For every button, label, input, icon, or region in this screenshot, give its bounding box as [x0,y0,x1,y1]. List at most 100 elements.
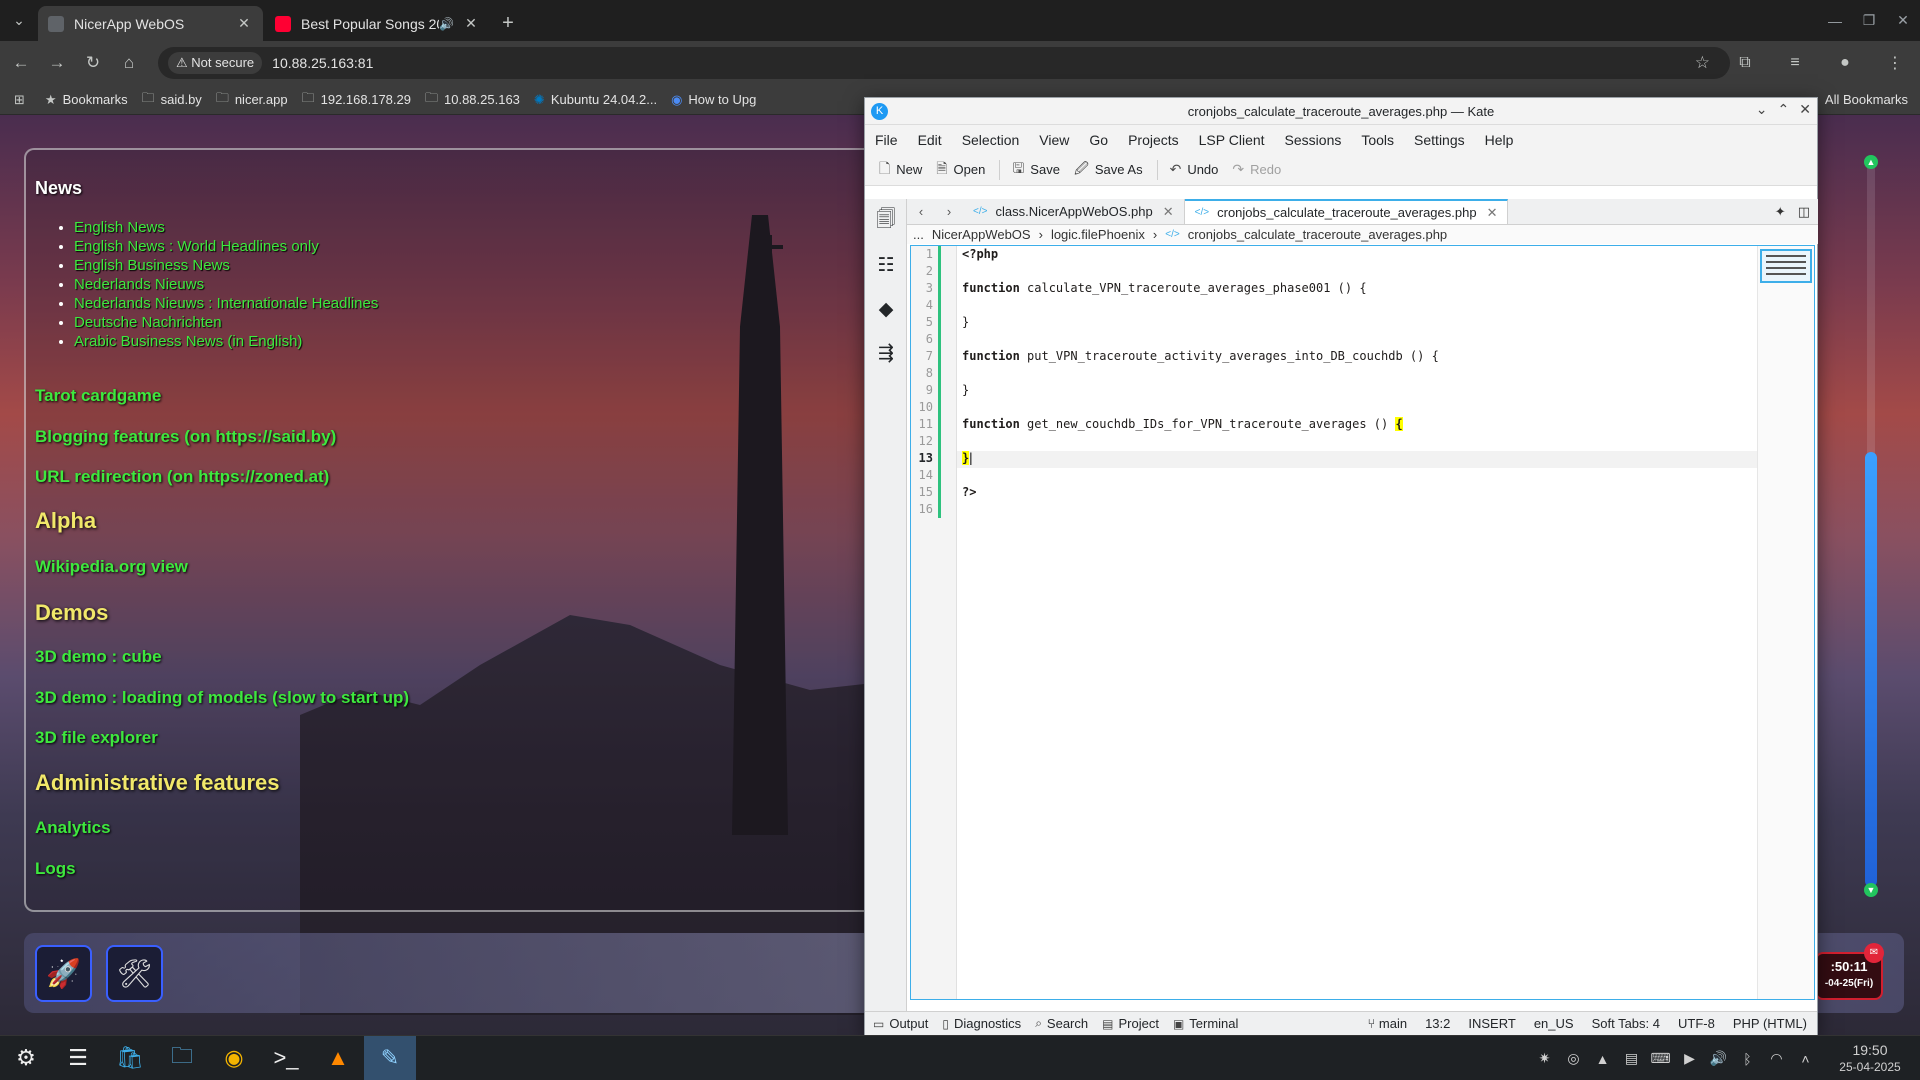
news-link[interactable]: Arabic Business News (in English) [74,333,302,350]
menu-help[interactable]: Help [1485,132,1514,148]
restore-icon[interactable]: ❐ [1852,0,1886,41]
settings-tools-button[interactable]: 🛠 [106,945,163,1002]
forward-button[interactable]: → [42,48,72,78]
bookmark-item[interactable]: 🗀 192.168.178.29 [302,89,411,111]
documents-icon[interactable]: 🗐 [865,199,907,243]
vlc-button[interactable]: ▲ [312,1036,364,1080]
menu-link-blogging[interactable]: Blogging features (on https://said.by) [35,427,336,447]
close-window-icon[interactable]: ✕ [1886,0,1920,41]
menu-link-3d-cube[interactable]: 3D demo : cube [35,647,162,667]
bookmark-star-icon[interactable]: ☆ [1695,53,1710,73]
kate-taskbar-button[interactable]: ✎ [364,1035,416,1080]
close-tab-icon[interactable]: ✕ [235,15,253,32]
save-as-button[interactable]: 🖉 Save As [1074,158,1143,182]
profile-avatar-icon[interactable]: ● [1820,54,1870,72]
indentation-setting[interactable]: Soft Tabs: 4 [1592,1016,1660,1031]
notifications-icon[interactable]: ✷ [1530,1050,1559,1067]
maximize-icon[interactable]: ⌃ [1778,101,1790,118]
bookmark-item[interactable]: 🗀 10.88.25.163 [425,89,520,111]
cursor-position[interactable]: 13:2 [1425,1016,1450,1031]
media-play-icon[interactable]: ▶ [1675,1050,1704,1067]
scrollbar-thumb[interactable] [1865,452,1877,887]
tab-prev-icon[interactable]: ‹ [907,200,935,224]
news-link[interactable]: Nederlands Nieuws : Internationale Headl… [74,295,378,312]
minimize-icon[interactable]: ⌄ [1756,101,1768,118]
menu-tools[interactable]: Tools [1361,132,1394,148]
code-editor[interactable]: 1 2 3 4 5 6 7 8 9 10 11 12 13 14 15 16 <?php function ca… [910,245,1815,1000]
bookmark-item[interactable]: ★ Bookmarks [45,92,128,108]
tray-expand-icon[interactable]: ˄ [1791,1051,1820,1067]
bluetooth-icon[interactable]: ᛒ [1733,1051,1762,1067]
menu-projects[interactable]: Projects [1128,132,1179,148]
dictionary-locale[interactable]: en_US [1534,1016,1574,1031]
extensions-icon[interactable]: ⧉ [1720,54,1770,72]
wifi-icon[interactable]: ◠ [1762,1050,1791,1067]
bookmark-item[interactable]: ✺ Kubuntu 24.04.2... [534,92,657,108]
close-tab-icon[interactable]: ✕ [462,15,480,32]
menu-file[interactable]: File [875,132,898,148]
home-button[interactable]: ⌂ [114,48,144,78]
menu-selection[interactable]: Selection [962,132,1020,148]
symbols-icon[interactable]: ⇶ [865,331,907,375]
tab-next-icon[interactable]: › [935,200,963,224]
terminal-button[interactable]: ▣ Terminal [1173,1016,1238,1031]
search-button[interactable]: ⌕ Search [1035,1016,1088,1031]
news-link[interactable]: English News [74,219,165,236]
menu-link-analytics[interactable]: Analytics [35,818,111,838]
menu-edit[interactable]: Edit [918,132,942,148]
task-manager-button[interactable]: ☰ [52,1036,104,1080]
clipboard-icon[interactable]: ▤ [1617,1050,1646,1067]
all-bookmarks-button[interactable]: All Bookmarks [1825,92,1908,107]
breadcrumb-item[interactable]: logic.filePhoenix [1051,227,1145,242]
menu-link-url-redirection[interactable]: URL redirection (on https://zoned.at) [35,467,329,487]
browser-tab-youtube[interactable]: Best Popular Songs 202 🔊 ✕ [265,6,490,41]
editor-tab-active[interactable]: </> cronjobs_calculate_traceroute_averag… [1184,199,1509,224]
close-tab-icon[interactable]: ✕ [1487,205,1498,221]
launcher-button[interactable]: 🚀 [35,945,92,1002]
scroll-up-icon[interactable]: ▲ [1864,155,1878,169]
project-button[interactable]: ▤ Project [1102,1016,1159,1031]
address-bar[interactable]: ⚠ Not secure 10.88.25.163:81 ☆ [158,47,1730,79]
browser-tab-nicerapp[interactable]: NicerApp WebOS ✕ [38,6,263,41]
news-link[interactable]: Deutsche Nachrichten [74,314,222,331]
app-launcher-button[interactable]: ⚙ [0,1036,52,1080]
syntax-mode[interactable]: PHP (HTML) [1733,1016,1807,1031]
menu-link-3d-models[interactable]: 3D demo : loading of models (slow to sta… [35,688,409,708]
chrome-button[interactable]: ◉ [208,1036,260,1080]
back-button[interactable]: ← [6,48,36,78]
reload-button[interactable]: ↻ [78,48,108,78]
open-button[interactable]: 🗎 Open [936,158,985,182]
menu-link-tarot[interactable]: Tarot cardgame [35,386,161,406]
menu-lsp-client[interactable]: LSP Client [1199,132,1265,148]
breadcrumb-item[interactable]: ... [913,227,924,242]
bookmark-item[interactable]: 🗀 said.by [142,89,202,111]
new-button[interactable]: 🗋 New [879,158,922,182]
diagnostics-button[interactable]: ▯ Diagnostics [942,1016,1021,1031]
menu-sessions[interactable]: Sessions [1285,132,1342,148]
keyboard-icon[interactable]: ⌨ [1646,1050,1675,1067]
media-control-icon[interactable]: ≡ [1770,54,1820,72]
menu-link-wikipedia[interactable]: Wikipedia.org view [35,557,188,577]
projects-icon[interactable]: ☷ [865,243,907,287]
close-window-icon[interactable]: ✕ [1799,101,1811,118]
new-tab-button[interactable]: + [492,6,524,41]
konsole-button[interactable]: >_ [260,1036,312,1080]
split-view-icon[interactable]: ◫ [1798,200,1810,224]
bookmark-item[interactable]: 🗀 nicer.app [216,89,288,111]
file-manager-button[interactable]: 🗀 [156,1036,208,1080]
discover-button[interactable]: 🛍 [104,1036,156,1080]
kebab-menu-icon[interactable]: ⋮ [1870,53,1920,73]
menu-view[interactable]: View [1039,132,1069,148]
news-link[interactable]: Nederlands Nieuws [74,276,204,293]
news-link[interactable]: English News : World Headlines only [74,238,319,255]
undo-button[interactable]: ↶ Undo [1170,161,1219,178]
minimap[interactable] [1757,246,1814,999]
bookmark-item[interactable]: ◉ How to Upg [671,92,756,108]
audio-playing-icon[interactable]: 🔊 [439,17,454,31]
editor-tab[interactable]: </> class.NicerAppWebOS.php ✕ [963,199,1185,224]
redo-button[interactable]: ↷ Redo [1232,161,1281,178]
encoding-setting[interactable]: UTF-8 [1678,1016,1715,1031]
input-mode[interactable]: INSERT [1468,1016,1515,1031]
scroll-down-icon[interactable]: ▼ [1864,883,1878,897]
save-button[interactable]: 🖫 Save [1012,158,1060,182]
